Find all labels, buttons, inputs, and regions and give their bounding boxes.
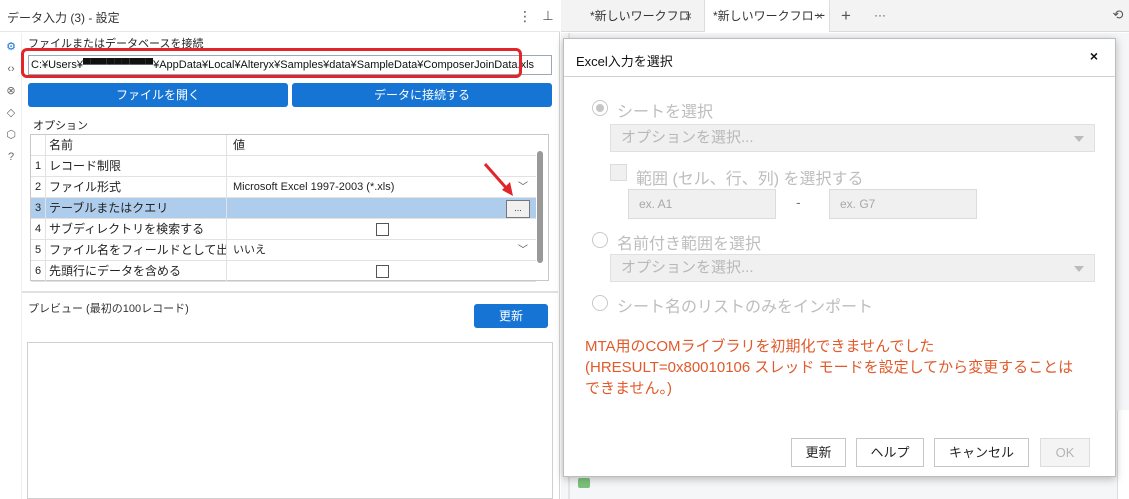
connect-data-button[interactable]: データに接続する [292, 83, 552, 107]
grid-header-num [31, 135, 46, 156]
range-checkbox[interactable] [610, 164, 627, 181]
more-tabs-icon[interactable]: ··· [872, 4, 888, 28]
browse-table-button[interactable]: ... [506, 200, 530, 218]
pin-icon[interactable]: ⊥ [540, 6, 556, 26]
named-range-label: 名前付き範囲を選択 [617, 236, 762, 253]
select-sheet-label: シートを選択 [617, 104, 714, 121]
close-icon[interactable]: × [1086, 48, 1102, 66]
tool-icon[interactable] [578, 478, 590, 488]
panel-title: データ入力 (3) - 設定 [7, 11, 120, 25]
help-button[interactable]: ヘルプ [856, 438, 924, 467]
option-row-output-filename[interactable]: 5 ファイル名をフィールドとして出力する いいえ ﹀ [31, 240, 536, 261]
ok-button[interactable]: OK [1040, 438, 1090, 467]
row-number: 1 [31, 156, 46, 177]
row-number: 2 [31, 177, 46, 198]
excel-input-dialog: Excel入力を選択 × シートを選択 オプションを選択... 範囲 (セル、行… [563, 38, 1116, 477]
option-name: 先頭行にデータを含める [49, 261, 227, 282]
grid-header-name: 名前 [49, 135, 227, 156]
panel-header: データ入力 (3) - 設定 ⋮ ⊥ [0, 0, 560, 32]
select-sheet-radio[interactable] [592, 100, 608, 116]
option-name: ファイル名をフィールドとして出力する [49, 240, 227, 261]
dialog-refresh-button[interactable]: 更新 [791, 438, 846, 467]
output-filename-select[interactable]: いいえ ﹀ [233, 240, 536, 261]
range-to-input[interactable]: ex. G7 [829, 189, 977, 219]
add-tab-icon[interactable]: + [838, 4, 854, 28]
code-icon[interactable]: ‹› [3, 61, 19, 77]
first-row-data-checkbox[interactable] [376, 265, 389, 278]
preview-label: プレビュー (最初の100レコード) [28, 303, 189, 315]
option-row-first-row-data[interactable]: 6 先頭行にデータを含める [31, 261, 536, 282]
error-line: (HRESULT=0x80010106 スレッド モードを設定してから変更するこ… [585, 359, 1074, 376]
option-row-table-query[interactable]: 3 テーブルまたはクエリ ... [31, 198, 536, 219]
dialog-header: Excel入力を選択 × [564, 39, 1115, 77]
more-options-icon[interactable]: ⋮ [518, 6, 532, 26]
close-icon[interactable]: × [816, 0, 823, 32]
named-range-radio[interactable] [592, 232, 608, 248]
side-icon-bar: ⚙ ‹› ⊗ ◇ ⬡ ? [0, 33, 22, 499]
option-value[interactable] [233, 198, 536, 219]
tag-icon[interactable]: ◇ [3, 105, 19, 121]
range-from-input[interactable]: ex. A1 [628, 189, 776, 219]
option-row-record-limit[interactable]: 1 レコード制限 [31, 156, 536, 177]
history-icon[interactable]: ⟲ [1110, 7, 1126, 25]
canvas-side-panel [1117, 410, 1129, 499]
error-line: できません。) [585, 380, 673, 397]
cube-icon[interactable]: ⬡ [3, 127, 19, 143]
highlight-annotation [21, 48, 522, 78]
option-name: テーブルまたはクエリ [49, 198, 227, 219]
error-line: MTA用のCOMライブラリを初期化できませんでした [585, 338, 935, 355]
dropdown-arrow-icon [1074, 136, 1084, 142]
layers-icon[interactable]: ⊗ [3, 83, 19, 99]
options-grid: 名前 値 1 レコード制限 2 ファイル形式 Microsoft Excel 1… [30, 134, 549, 282]
configuration-panel: データ入力 (3) - 設定 ⋮ ⊥ ⚙ ‹› ⊗ ◇ ⬡ ? ファイルまたはデ… [0, 0, 560, 499]
named-range-select[interactable]: オプションを選択... [610, 254, 1095, 282]
tab-workflow-2[interactable]: *新しいワークフロー2 × [704, 0, 830, 55]
option-name: サブディレクトリを検索する [49, 219, 227, 240]
preview-refresh-button[interactable]: 更新 [474, 304, 548, 328]
divider [22, 291, 558, 293]
dropdown-arrow-icon [1074, 266, 1084, 272]
option-name: ファイル形式 [49, 177, 227, 198]
close-icon[interactable]: × [685, 0, 692, 32]
cancel-button[interactable]: キャンセル [934, 438, 1029, 467]
preview-area [27, 342, 553, 499]
import-sheet-names-radio[interactable] [592, 295, 608, 311]
option-row-file-format[interactable]: 2 ファイル形式 Microsoft Excel 1997-2003 (*.xl… [31, 177, 536, 198]
output-filename-value: いいえ [233, 244, 266, 256]
option-name: レコード制限 [49, 156, 227, 177]
tab-workflow-1[interactable]: *新しいワークフロー1 × [582, 0, 698, 55]
red-arrow-annotation [483, 163, 513, 196]
grid-header-row: 名前 値 [31, 135, 536, 156]
dialog-title: Excel入力を選択 [576, 54, 673, 69]
sheet-select[interactable]: オプションを選択... [610, 124, 1095, 152]
row-number: 4 [31, 219, 46, 240]
sheet-select-placeholder: オプションを選択... [621, 129, 754, 146]
import-sheet-names-label: シート名のリストのみをインポート [617, 299, 874, 316]
gear-icon[interactable]: ⚙ [3, 39, 19, 55]
options-label: オプション [33, 120, 88, 132]
grid-header-value: 値 [233, 138, 246, 152]
named-range-placeholder: オプションを選択... [621, 259, 754, 276]
option-row-search-subdirs[interactable]: 4 サブディレクトリを検索する [31, 219, 536, 240]
row-number: 5 [31, 240, 46, 261]
option-value [233, 219, 536, 240]
file-format-value: Microsoft Excel 1997-2003 (*.xls) [233, 181, 395, 193]
grid-scrollbar[interactable] [537, 151, 543, 263]
error-message: MTA用のCOMライブラリを初期化できませんでした (HRESULT=0x800… [585, 336, 1100, 399]
help-icon[interactable]: ? [3, 149, 19, 165]
option-value [233, 261, 536, 282]
search-subdirs-checkbox[interactable] [376, 223, 389, 236]
range-separator: - [796, 194, 801, 210]
row-number: 6 [31, 261, 46, 282]
range-label: 範囲 (セル、行、列) を選択する [636, 171, 864, 188]
open-file-button[interactable]: ファイルを開く [28, 83, 288, 107]
chevron-down-icon[interactable]: ﹀ [518, 240, 528, 261]
row-number: 3 [31, 198, 46, 219]
